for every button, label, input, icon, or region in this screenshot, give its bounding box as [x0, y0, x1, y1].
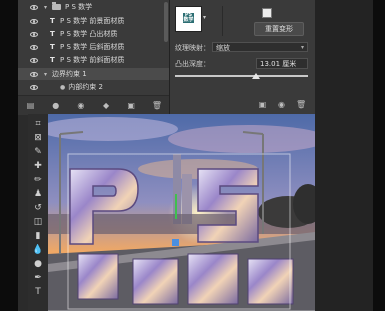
checkbox[interactable]: [262, 8, 272, 18]
layer-name: P S 数学 前斜面材质: [60, 56, 125, 64]
texture-mapping-select[interactable]: 缩放 ▾: [212, 42, 308, 52]
canvas-image: [48, 114, 315, 311]
layer-name: 内部约束 2: [68, 83, 103, 91]
layer-row-material[interactable]: ● 内部约束 2: [18, 81, 169, 93]
chevron-down-icon[interactable]: ▾: [44, 4, 52, 11]
new-icon[interactable]: ▣: [258, 100, 267, 109]
trash-icon[interactable]: 🗑: [296, 100, 306, 109]
left-frame: [0, 0, 18, 311]
tools-toolbar: ⌗ ⊠ ✎ ✚ ✏ ♟ ↺ ◫ ▮ 💧 ● ✒ T: [28, 114, 49, 311]
render-icon[interactable]: ◆: [102, 101, 111, 110]
text-layer-icon: T: [50, 17, 55, 25]
right-frame: [373, 0, 385, 311]
texture-mapping-value: 缩放: [216, 44, 230, 52]
material-dot-icon: ●: [60, 83, 66, 91]
extrusion-depth-slider[interactable]: [175, 75, 308, 77]
extrusion-depth-label: 凸出深度：: [175, 60, 210, 68]
layer-row[interactable]: T P S 数学 后斜面材质: [18, 41, 169, 53]
visibility-eye-icon[interactable]: [30, 57, 38, 63]
folder-icon: [52, 2, 61, 10]
text-layer-icon: T: [50, 56, 55, 64]
trash-icon[interactable]: 🗑: [152, 101, 162, 110]
properties-footer: ▣ ◉ 🗑: [170, 95, 315, 114]
camera-icon[interactable]: ◉: [76, 101, 85, 110]
chevron-down-icon[interactable]: ▾: [203, 14, 206, 21]
pen-tool-icon[interactable]: ✒: [31, 272, 45, 284]
history-brush-icon[interactable]: ↺: [31, 202, 45, 214]
texture-mapping-label: 纹理映射：: [175, 44, 210, 52]
visibility-eye-icon[interactable]: [30, 31, 38, 37]
eraser-tool-icon[interactable]: ◫: [31, 216, 45, 228]
gradient-tool-icon[interactable]: ▮: [31, 230, 45, 242]
layer-name: P S 数学 前景面材质: [60, 17, 125, 25]
properties-panel: PS 数学 ▾ 重置变形 纹理映射： 缩放 ▾ 凸出深度： 13.01 厘米 ▣…: [170, 0, 315, 114]
divider: [222, 6, 223, 36]
slider-thumb[interactable]: [252, 73, 260, 79]
text-layer-icon: T: [50, 30, 55, 38]
layer-row[interactable]: T P S 数学 凸出材质: [18, 28, 169, 40]
chevron-down-icon[interactable]: ▾: [44, 71, 52, 78]
document-canvas[interactable]: [48, 114, 315, 311]
layer-name: P S 数学 后斜面材质: [60, 43, 125, 51]
frame-tool-icon[interactable]: ⊠: [31, 132, 45, 144]
new-icon[interactable]: ▣: [127, 101, 136, 110]
eyedropper-tool-icon[interactable]: ✎: [31, 146, 45, 158]
chevron-down-icon: ▾: [300, 44, 304, 51]
stamp-tool-icon[interactable]: ♟: [31, 188, 45, 200]
layer-name: 边界约束 1: [52, 70, 87, 78]
extrusion-depth-field[interactable]: 13.01 厘米: [256, 58, 308, 69]
layer-row-constraint[interactable]: ▾ 边界约束 1: [18, 68, 169, 80]
layers-scrollbar[interactable]: [164, 2, 168, 42]
type-tool-icon[interactable]: T: [31, 286, 45, 298]
layer-row[interactable]: T P S 数学 前斜面材质: [18, 54, 169, 66]
visibility-eye-icon[interactable]: [30, 71, 38, 77]
layer-group-row[interactable]: ▾ P S 数学: [18, 1, 169, 13]
light-icon[interactable]: ●: [51, 101, 60, 110]
blur-tool-icon[interactable]: 💧: [31, 244, 45, 256]
crop-tool-icon[interactable]: ⌗: [31, 118, 45, 130]
brush-tool-icon[interactable]: ✏: [31, 174, 45, 186]
visibility-eye-icon[interactable]: [30, 18, 38, 24]
right-panel-area: [315, 0, 373, 311]
layer-row[interactable]: T P S 数学 前景面材质: [18, 15, 169, 27]
healing-tool-icon[interactable]: ✚: [31, 160, 45, 172]
layer-name: P S 数学 凸出材质: [60, 30, 118, 38]
material-swatch[interactable]: PS 数学: [175, 6, 202, 32]
layer-group-name: P S 数学: [65, 3, 93, 11]
photoshop-window: ▾ P S 数学 T P S 数学 前景面材质 T P S 数学 凸出材质 T …: [0, 0, 385, 311]
dodge-tool-icon[interactable]: ●: [31, 258, 45, 270]
visibility-eye-icon[interactable]: [30, 44, 38, 50]
visibility-eye-icon[interactable]: [30, 84, 38, 90]
swatch-text: PS 数学: [183, 12, 194, 23]
visibility-eye-icon[interactable]: [30, 4, 38, 10]
layers-footer: ▤ ● ◉ ◆ ▣ 🗑: [18, 95, 169, 115]
eye-icon[interactable]: ◉: [277, 100, 286, 109]
text-layer-icon: T: [50, 43, 55, 51]
reset-deform-button[interactable]: 重置变形: [254, 22, 304, 36]
layer-icon[interactable]: ▤: [26, 101, 35, 110]
